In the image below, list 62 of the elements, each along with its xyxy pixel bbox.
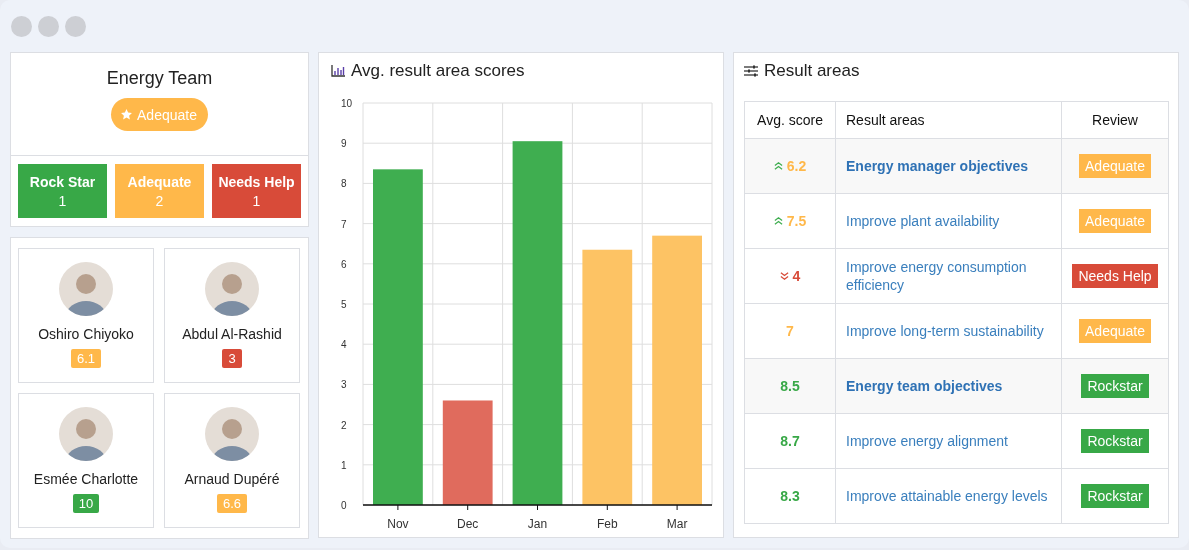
summary-tile: Needs Help 1 bbox=[212, 164, 301, 218]
bar-chart-icon bbox=[331, 65, 345, 77]
review-badge: Rockstar bbox=[1081, 484, 1149, 508]
avatar-icon bbox=[205, 407, 259, 461]
avatar-icon bbox=[59, 407, 113, 461]
column-header: Review bbox=[1061, 101, 1169, 139]
review-badge: Rockstar bbox=[1081, 429, 1149, 453]
score-value: 7.5 bbox=[786, 213, 807, 229]
review-badge: Adequate bbox=[1079, 154, 1151, 178]
axis-tick-label: 9 bbox=[341, 138, 347, 150]
summary-tile: Adequate 2 bbox=[115, 164, 204, 218]
member-card[interactable]: Arnaud Dupéré 6.6 bbox=[164, 393, 300, 528]
member-name: Oshiro Chiyoko bbox=[38, 326, 134, 342]
window-control[interactable] bbox=[65, 16, 86, 37]
member-card[interactable]: Abdul Al-Rashid 3 bbox=[164, 248, 300, 383]
axis-tick-label: 7 bbox=[341, 218, 347, 230]
avatar-icon bbox=[205, 262, 259, 316]
axis-tick-label: 8 bbox=[341, 178, 347, 190]
avatar-icon bbox=[59, 262, 113, 316]
axis-tick-label: 4 bbox=[341, 339, 347, 351]
summary-tile: Rock Star 1 bbox=[18, 164, 107, 218]
score-badge: 6.1 bbox=[70, 349, 102, 368]
sliders-icon bbox=[744, 65, 758, 77]
window-control[interactable] bbox=[38, 16, 59, 37]
review-badge: Rockstar bbox=[1081, 374, 1149, 398]
axis-category-label: Nov bbox=[387, 517, 409, 531]
panel-title: Avg. result area scores bbox=[351, 61, 525, 81]
score-badge: 6.6 bbox=[216, 494, 248, 513]
column-header: Result areas bbox=[835, 101, 1062, 139]
axis-tick-label: 2 bbox=[341, 419, 347, 431]
score-value: 6.2 bbox=[786, 158, 807, 174]
axis-tick-label: 5 bbox=[341, 299, 347, 310]
window-control[interactable] bbox=[11, 16, 32, 37]
axis-category-label: Mar bbox=[666, 517, 688, 531]
column-header: Avg. score bbox=[744, 101, 836, 139]
axis-tick-label: 6 bbox=[341, 258, 347, 270]
axis-tick-label: 10 bbox=[341, 98, 353, 109]
axis-tick-label: 1 bbox=[341, 459, 347, 471]
score-value: 8.3 bbox=[780, 488, 800, 504]
member-card[interactable]: Oshiro Chiyoko 6.1 bbox=[18, 248, 154, 383]
score-value: 8.5 bbox=[780, 378, 800, 394]
review-badge: Adequate bbox=[1079, 319, 1151, 343]
score-value: 7 bbox=[786, 323, 794, 339]
star-icon bbox=[120, 108, 133, 121]
member-name: Arnaud Dupéré bbox=[184, 471, 280, 487]
panel-title: Result areas bbox=[764, 61, 860, 81]
axis-tick-label: 0 bbox=[341, 500, 347, 511]
axis-tick-label: 3 bbox=[341, 379, 347, 391]
score-badge: 10 bbox=[72, 494, 100, 513]
member-card[interactable]: Esmée Charlotte 10 bbox=[18, 393, 154, 528]
team-name: Energy Team bbox=[106, 68, 213, 89]
review-badge: Needs Help bbox=[1072, 264, 1158, 288]
axis-category-label: Jan bbox=[527, 517, 548, 531]
member-name: Esmée Charlotte bbox=[33, 471, 139, 487]
score-value: 8.7 bbox=[780, 433, 800, 449]
axis-category-label: Dec bbox=[457, 517, 479, 531]
score-value: 4 bbox=[792, 268, 801, 284]
axis-category-label: Feb bbox=[596, 517, 618, 531]
score-badge: 3 bbox=[222, 349, 242, 368]
member-name: Abdul Al-Rashid bbox=[182, 326, 282, 342]
review-badge: Adequate bbox=[1079, 209, 1151, 233]
rating-badge: Adequate bbox=[111, 98, 208, 131]
